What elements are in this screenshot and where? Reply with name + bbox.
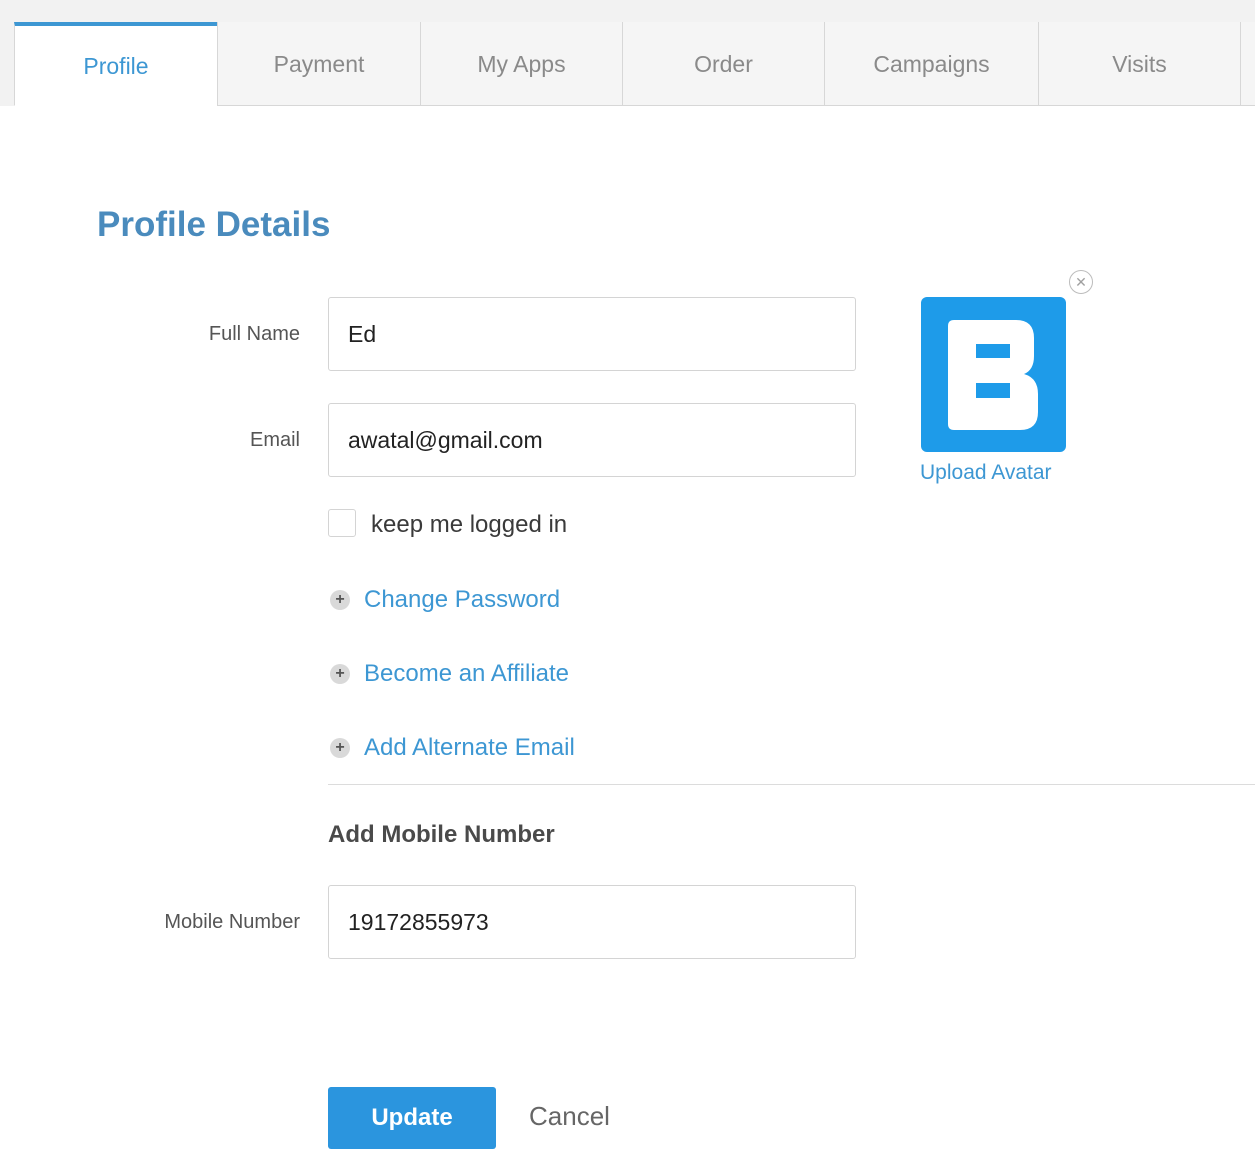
tab-my-apps[interactable]: My Apps [420,22,622,106]
tab-campaigns-label: Campaigns [873,51,990,77]
keep-logged-in-checkbox[interactable] [328,509,356,537]
change-password-link[interactable]: + Change Password [330,585,560,615]
plus-circle-icon: + [330,590,350,610]
tab-my-apps-label: My Apps [477,51,566,77]
tab-bar: Profile Payment My Apps Order Campaigns … [0,0,1255,106]
tab-order-label: Order [694,51,753,77]
mobile-number-label: Mobile Number [164,911,300,933]
tab-overflow [1240,22,1255,106]
become-affiliate-label: Become an Affiliate [364,660,570,687]
mobile-number-input[interactable] [328,885,856,959]
plus-circle-icon: + [330,738,350,758]
tab-campaigns[interactable]: Campaigns [824,22,1038,106]
upload-avatar-link[interactable]: Upload Avatar [920,461,1052,485]
tab-profile[interactable]: Profile [14,22,217,106]
cancel-button[interactable]: Cancel [529,1101,610,1132]
tab-payment-label: Payment [273,51,365,77]
logo-b-icon [947,319,1038,430]
change-password-label: Change Password [364,586,561,613]
keep-logged-in-label[interactable]: keep me logged in [371,511,567,539]
tab-order[interactable]: Order [622,22,824,106]
update-button[interactable]: Update [328,1087,496,1149]
add-alternate-email-link[interactable]: + Add Alternate Email [330,733,575,763]
avatar[interactable] [921,297,1066,452]
plus-circle-icon: + [330,664,350,684]
tab-payment[interactable]: Payment [217,22,420,106]
full-name-label: Full Name [208,323,300,345]
page-title: Profile Details [97,205,331,244]
mobile-section-heading: Add Mobile Number [328,821,555,848]
email-input[interactable] [328,403,856,477]
close-circle-icon[interactable]: ✕ [1069,270,1093,294]
become-affiliate-link[interactable]: + Become an Affiliate [330,659,569,689]
section-divider [328,784,1255,785]
tab-visits-label: Visits [1112,51,1167,77]
add-alternate-email-label: Add Alternate Email [364,734,575,761]
tab-profile-label: Profile [83,53,149,79]
full-name-input[interactable] [328,297,856,371]
tab-visits[interactable]: Visits [1038,22,1240,106]
email-label: Email [249,429,300,451]
